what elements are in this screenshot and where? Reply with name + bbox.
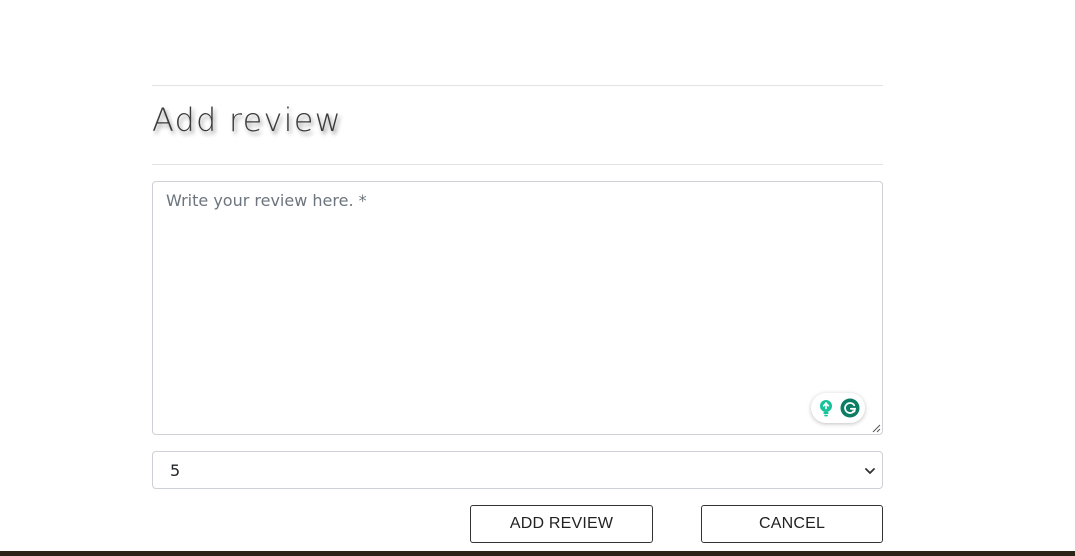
- page: Add review 5: [0, 0, 1075, 556]
- divider-bottom: [152, 164, 883, 165]
- rating-select[interactable]: 5: [152, 451, 883, 489]
- review-textarea[interactable]: [153, 182, 882, 434]
- chevron-down-icon: [865, 468, 875, 474]
- grammarly-g-icon[interactable]: [840, 398, 860, 418]
- add-review-button[interactable]: ADD REVIEW: [470, 505, 653, 543]
- resize-handle-icon[interactable]: [872, 424, 881, 433]
- lightbulb-icon[interactable]: [816, 398, 836, 418]
- page-title: Add review: [152, 101, 342, 139]
- footer-bar: [0, 551, 1075, 556]
- grammarly-widget[interactable]: [811, 393, 865, 423]
- divider-top: [152, 85, 883, 86]
- rating-select-value: 5: [170, 461, 181, 480]
- review-textarea-wrapper: [152, 181, 883, 435]
- cancel-button[interactable]: CANCEL: [701, 505, 883, 543]
